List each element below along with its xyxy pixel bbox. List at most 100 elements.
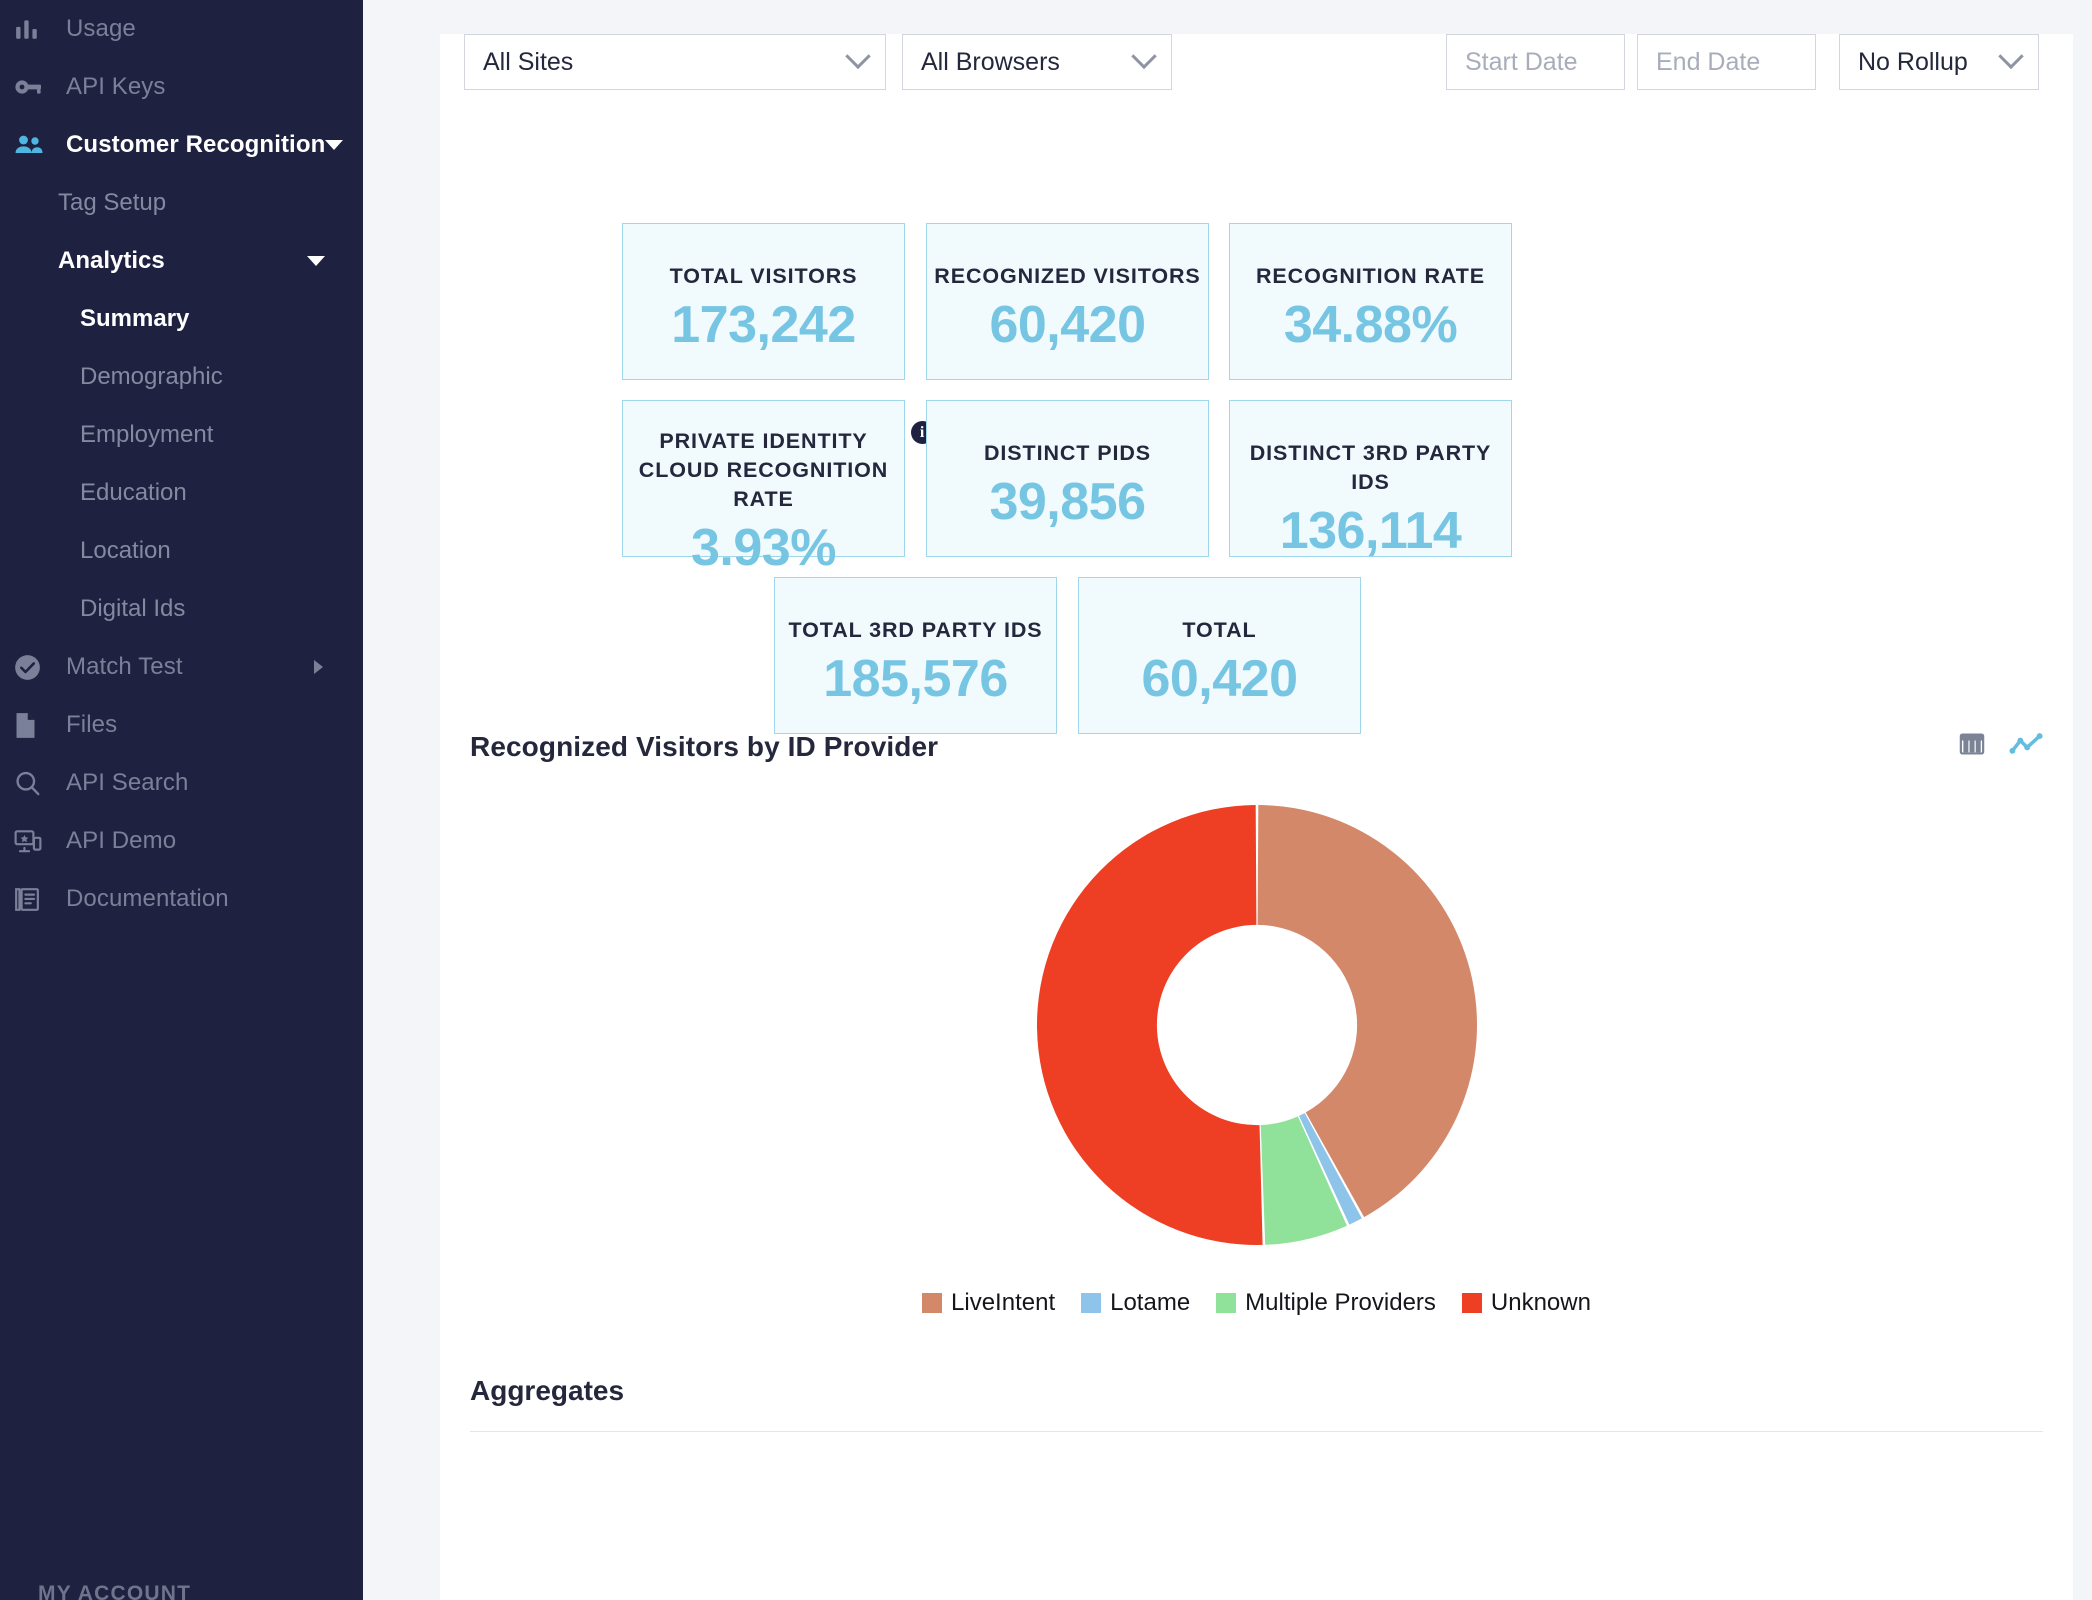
- line-chart-view-icon[interactable]: [2009, 730, 2043, 763]
- sidebar-item-match-test[interactable]: Match Test: [0, 638, 363, 696]
- aggregates-title: Aggregates: [470, 1375, 625, 1406]
- start-date-placeholder: Start Date: [1465, 47, 1578, 76]
- sidebar-item-customer-recognition[interactable]: Customer Recognition: [0, 116, 363, 174]
- divider: [470, 1431, 2043, 1432]
- sidebar-item-label: Documentation: [66, 885, 229, 912]
- dashboard-panel: All Sites All Browsers Start Date End Da…: [440, 34, 2073, 1600]
- legend-swatch-liveintent: [922, 1293, 943, 1313]
- legend-item[interactable]: Lotame: [1081, 1289, 1190, 1317]
- legend-swatch-multiple-providers: [1216, 1293, 1237, 1313]
- kpi-title: TOTAL 3RD PARTY IDS: [788, 618, 1043, 642]
- sidebar-item-files[interactable]: Files: [0, 696, 363, 754]
- donut-chart: [468, 785, 2045, 1283]
- kpi-title: RECOGNITION RATE: [1255, 264, 1485, 288]
- bar-chart-icon: [14, 14, 58, 44]
- kpi-value: 60,420: [989, 296, 1146, 354]
- legend-swatch-lotame: [1081, 1293, 1102, 1313]
- sidebar-item-label: API Search: [66, 769, 189, 796]
- legend-label: Unknown: [1490, 1289, 1591, 1316]
- end-date-input[interactable]: End Date: [1637, 34, 1816, 90]
- kpi-card-recognition-rate: RECOGNITION RATE 34.88%: [1229, 223, 1512, 380]
- browser-filter-value: All Browsers: [921, 47, 1060, 76]
- kpi-value: 185,576: [823, 650, 1008, 708]
- sidebar-item-label: API Keys: [66, 73, 166, 100]
- sidebar-item-label: Match Test: [66, 653, 183, 680]
- end-date-placeholder: End Date: [1656, 47, 1761, 76]
- sidebar-item-label: Files: [66, 711, 118, 738]
- main-content: All Sites All Browsers Start Date End Da…: [363, 0, 2092, 1600]
- filter-bar: All Sites All Browsers Start Date End Da…: [440, 34, 2073, 130]
- sidebar-item-tag-setup[interactable]: Tag Setup: [0, 174, 363, 232]
- sidebar-item-api-demo[interactable]: API Demo: [0, 812, 363, 870]
- sidebar-item-location[interactable]: Location: [0, 522, 363, 580]
- sidebar-item-label: Education: [80, 479, 187, 506]
- my-account-section-label[interactable]: MY ACCOUNT: [38, 1582, 191, 1600]
- kpi-title: PRIVATE IDENTITY CLOUD RECOGNITION RATE …: [623, 421, 934, 514]
- sidebar: Usage API Keys Customer Recognition Tag …: [0, 0, 363, 1600]
- sidebar-item-digital-ids[interactable]: Digital Ids: [0, 580, 363, 638]
- kpi-value: 173,242: [671, 296, 856, 354]
- sidebar-item-usage[interactable]: Usage: [0, 0, 363, 58]
- sidebar-item-analytics[interactable]: Analytics: [0, 232, 363, 290]
- chevron-down-icon: [1131, 43, 1157, 70]
- sidebar-item-label: Demographic: [80, 363, 223, 390]
- browser-filter-select[interactable]: All Browsers: [902, 34, 1172, 90]
- kpi-card-total-visitors: TOTAL VISITORS 173,242: [622, 223, 905, 380]
- kpi-value: 60,420: [1141, 650, 1298, 708]
- legend-item[interactable]: Unknown: [1461, 1289, 1591, 1317]
- legend-label: Multiple Providers: [1245, 1289, 1436, 1316]
- sidebar-item-api-keys[interactable]: API Keys: [0, 58, 363, 116]
- chart-view-toggle: [1957, 730, 2043, 763]
- kpi-card-distinct-pids: DISTINCT PIDS 39,856: [926, 400, 1209, 557]
- search-icon: [14, 768, 58, 798]
- kpi-value: 39,856: [989, 473, 1146, 531]
- sidebar-item-demographic[interactable]: Demographic: [0, 348, 363, 406]
- kpi-title: TOTAL VISITORS: [669, 264, 858, 288]
- sidebar-item-api-search[interactable]: API Search: [0, 754, 363, 812]
- sidebar-item-documentation[interactable]: Documentation: [0, 870, 363, 928]
- kpi-title: DISTINCT PIDS: [984, 441, 1151, 465]
- users-icon: [14, 130, 58, 160]
- sidebar-item-label: Digital Ids: [80, 595, 186, 622]
- kpi-value: 3.93%: [691, 519, 836, 577]
- kpi-value: 136,114: [1279, 502, 1462, 560]
- kpi-card-total: TOTAL 60,420: [1078, 577, 1361, 734]
- kpi-title: RECOGNIZED VISITORS: [934, 264, 1201, 288]
- sidebar-item-summary[interactable]: Summary: [0, 290, 363, 348]
- file-icon: [14, 710, 58, 740]
- rollup-filter-value: No Rollup: [1858, 47, 1968, 76]
- table-view-icon[interactable]: [1957, 730, 1987, 763]
- start-date-input[interactable]: Start Date: [1446, 34, 1625, 90]
- sidebar-item-education[interactable]: Education: [0, 464, 363, 522]
- kpi-card-recognized-visitors: RECOGNIZED VISITORS 60,420: [926, 223, 1209, 380]
- sidebar-item-label: API Demo: [66, 827, 177, 854]
- sidebar-item-label: Employment: [80, 421, 214, 448]
- kpi-card-total-3rd-party-ids: TOTAL 3RD PARTY IDS 185,576: [774, 577, 1057, 734]
- donut-chart-svg: [1036, 805, 1477, 1246]
- legend-item[interactable]: Multiple Providers: [1216, 1289, 1436, 1317]
- donut-slice-unknown[interactable]: [1036, 805, 1263, 1246]
- kpi-card-private-identity-cloud-recognition-rate: PRIVATE IDENTITY CLOUD RECOGNITION RATE …: [622, 400, 934, 577]
- chart-header: Recognized Visitors by ID Provider: [468, 730, 2045, 763]
- chevron-down-icon[interactable]: [325, 140, 344, 150]
- chart-legend: LiveIntent Lotame Multiple Providers Unk…: [468, 1289, 2045, 1317]
- aggregates-section: Aggregates: [440, 1375, 2073, 1432]
- book-icon: [14, 884, 58, 914]
- legend-item[interactable]: LiveIntent: [922, 1289, 1055, 1317]
- site-filter-select[interactable]: All Sites: [464, 34, 886, 90]
- rollup-filter-select[interactable]: No Rollup: [1839, 34, 2039, 90]
- legend-label: Lotame: [1110, 1289, 1191, 1316]
- kpi-value: 34.88%: [1283, 296, 1458, 354]
- chevron-right-icon[interactable]: [314, 660, 323, 674]
- kpi-card-distinct-3rd-party-ids: DISTINCT 3RD PARTY IDS 136,114: [1229, 400, 1512, 560]
- sidebar-item-employment[interactable]: Employment: [0, 406, 363, 464]
- kpi-title-text: PRIVATE IDENTITY CLOUD RECOGNITION RATE: [638, 429, 889, 511]
- site-filter-value: All Sites: [483, 47, 574, 76]
- chevron-down-icon: [1998, 43, 2024, 70]
- kpi-title: TOTAL: [1182, 618, 1257, 642]
- kpi-title: DISTINCT 3RD PARTY IDS: [1249, 441, 1492, 494]
- chevron-down-icon: [845, 43, 871, 70]
- chevron-down-icon[interactable]: [307, 256, 325, 266]
- kpi-grid: TOTAL VISITORS 173,242 RECOGNIZED VISITO…: [440, 136, 2073, 734]
- sidebar-item-label: Location: [80, 537, 171, 564]
